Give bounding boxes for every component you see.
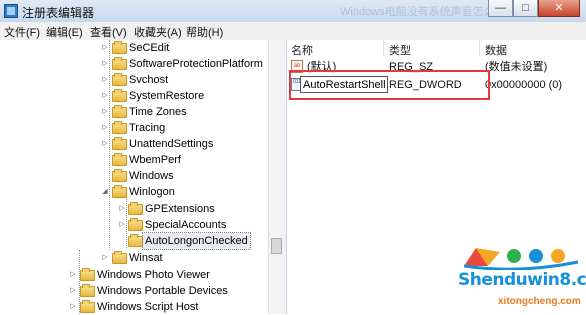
column-divider[interactable]: [479, 40, 480, 56]
folder-icon: [112, 89, 127, 102]
column-header-name[interactable]: 名称: [291, 42, 313, 58]
watermark-text: Shenduwin8.com: [458, 270, 586, 290]
folder-icon: [112, 41, 127, 54]
expand-arrow-icon[interactable]: ▷: [100, 120, 110, 136]
window-title: 注册表编辑器: [22, 6, 95, 20]
tree-item-label: Windows Photo Viewer: [97, 269, 210, 281]
close-button[interactable]: ✕: [538, 0, 580, 17]
tree-item-label: Windows: [129, 170, 174, 182]
title-bar: 注册表编辑器 Windows电脑没有系统声音怎么办 — □ ✕: [0, 0, 586, 23]
folder-icon: [128, 234, 143, 247]
tree-item-label: SystemRestore: [129, 90, 205, 102]
window-controls: — □ ✕: [488, 0, 580, 18]
minimize-icon: —: [495, 2, 506, 14]
watermark-logo-icon: [463, 248, 579, 270]
tree-item-label: Time Zones: [129, 106, 187, 118]
background-window-title: Windows电脑没有系统声音怎么办: [340, 6, 506, 18]
folder-icon: [112, 121, 127, 134]
value-data: (数值未设置): [485, 61, 548, 73]
column-divider[interactable]: [383, 40, 384, 56]
expand-arrow-icon[interactable]: ▷: [68, 299, 78, 315]
expand-arrow-icon[interactable]: ▷: [100, 40, 110, 56]
column-header-type[interactable]: 类型: [389, 42, 411, 58]
expand-arrow-icon[interactable]: ▷: [117, 217, 127, 233]
value-data: 0x00000000 (0): [485, 79, 563, 91]
folder-icon: [112, 105, 127, 118]
tree-item-label: Windows Script Host: [97, 301, 199, 313]
folder-icon: [112, 73, 127, 86]
expand-arrow-icon[interactable]: ▷: [100, 136, 110, 152]
tree-item-label: GPExtensions: [145, 203, 215, 215]
expand-arrow-icon[interactable]: ▷: [68, 267, 78, 283]
folder-icon: [80, 268, 95, 281]
tree-item-label-selected: AutoLongonChecked: [142, 232, 251, 250]
folder-open-icon: [112, 185, 127, 198]
folder-icon: [112, 251, 127, 264]
menu-favorites[interactable]: 收藏夹(A): [134, 24, 182, 40]
collapse-arrow-icon[interactable]: ◢: [100, 184, 110, 200]
menu-edit[interactable]: 编辑(E): [46, 24, 83, 40]
folder-icon: [128, 218, 143, 231]
maximize-button[interactable]: □: [513, 0, 538, 17]
tree-item-label: SpecialAccounts: [145, 219, 227, 231]
tree-item-label: SoftwareProtectionPlatform: [129, 58, 263, 70]
tree-item-label: SeCEdit: [129, 42, 170, 54]
maximize-icon: □: [522, 2, 529, 14]
tree-item-label: UnattendSettings: [129, 138, 214, 150]
tree-item-label: Tracing: [129, 122, 166, 134]
tree-scrollbar[interactable]: [268, 40, 283, 314]
menu-help[interactable]: 帮助(H): [186, 24, 223, 40]
folder-icon: [112, 153, 127, 166]
expand-arrow-icon[interactable]: ▷: [100, 104, 110, 120]
expand-arrow-icon[interactable]: ▷: [100, 56, 110, 72]
tree-item-label: Winsat: [129, 252, 163, 264]
expand-arrow-icon[interactable]: ▷: [100, 72, 110, 88]
expand-arrow-icon[interactable]: ▷: [100, 88, 110, 104]
annotation-highlight-box: [289, 70, 490, 100]
tree-item-label: Windows Portable Devices: [97, 285, 228, 297]
folder-icon: [112, 169, 127, 182]
watermark-subtext: xitongcheng.com: [498, 296, 581, 307]
tree-item-label: Winlogon: [129, 186, 175, 198]
scrollbar-thumb[interactable]: [271, 238, 282, 254]
regedit-app-icon: [4, 4, 18, 18]
tree-item-label: Svchost: [129, 74, 169, 86]
expand-arrow-icon[interactable]: ▷: [100, 250, 110, 266]
menu-file[interactable]: 文件(F): [4, 24, 40, 40]
tree-item-label: WbemPerf: [129, 154, 181, 166]
folder-icon: [112, 57, 127, 70]
key-tree[interactable]: ▷ SeCEdit ▷ SoftwareProtectionPlatform ▷…: [0, 40, 268, 314]
site-watermark: Shenduwin8.com xitongcheng.com: [458, 244, 586, 312]
folder-icon: [80, 284, 95, 297]
close-icon: ✕: [554, 2, 564, 14]
folder-icon: [80, 300, 95, 313]
folder-icon: [128, 202, 143, 215]
menu-view[interactable]: 查看(V): [90, 24, 127, 40]
expand-arrow-icon[interactable]: ▷: [117, 201, 127, 217]
menu-bar: 文件(F) 编辑(E) 查看(V) 收藏夹(A) 帮助(H): [0, 22, 586, 41]
expand-arrow-icon[interactable]: ▷: [68, 283, 78, 299]
folder-icon: [112, 137, 127, 150]
minimize-button[interactable]: —: [488, 0, 513, 17]
column-header-data[interactable]: 数据: [485, 42, 507, 58]
